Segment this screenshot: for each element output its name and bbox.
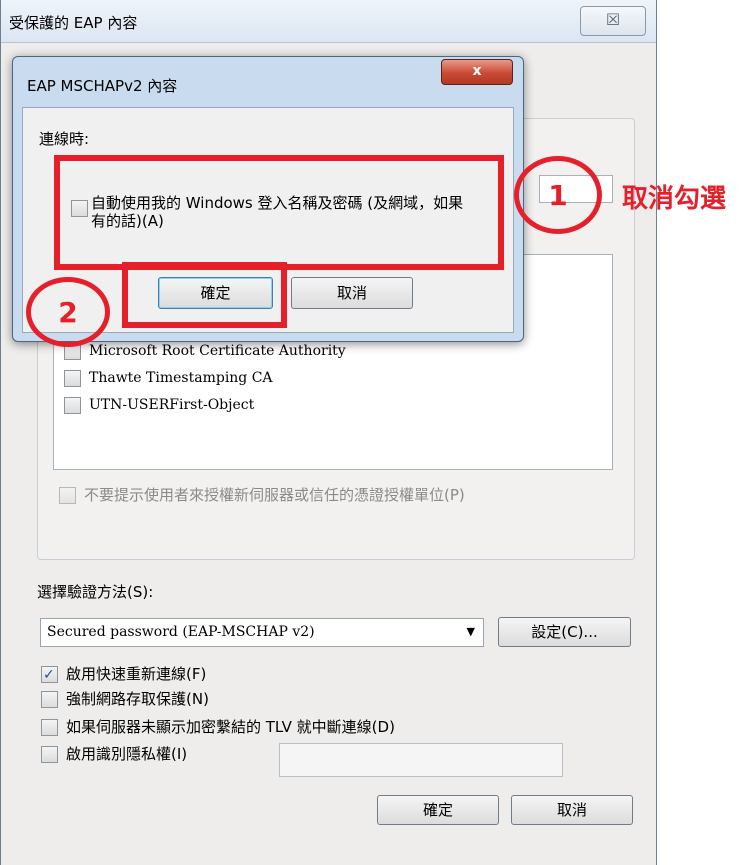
nap-option[interactable]: 強制網路存取保護(N): [41, 688, 209, 710]
tlv-disconnect-option[interactable]: 如果伺服器未顯示加密繫結的 TLV 就中斷連線(D): [41, 716, 395, 738]
auth-method-select[interactable]: Secured password (EAP-MSCHAP v2) ▼: [40, 618, 484, 647]
fast-reconnect-option[interactable]: 啟用快速重新連線(F): [41, 663, 207, 686]
step2-marker: 2: [26, 277, 110, 347]
tlv-checkbox[interactable]: [41, 719, 58, 736]
outer-title-bar: 受保護的 EAP 內容 ☒: [1, 0, 656, 43]
identity-privacy-option[interactable]: 啟用識別隱私權(I): [41, 743, 187, 765]
nap-checkbox[interactable]: [41, 691, 58, 708]
step1-highlight-box: [54, 155, 504, 270]
cert-label: Microsoft Root Certificate Authority: [89, 343, 346, 359]
when-connecting-label: 連線時:: [39, 130, 90, 148]
auth-method-label: 選擇驗證方法(S):: [37, 583, 154, 601]
cert-checkbox[interactable]: [64, 369, 81, 387]
identity-privacy-checkbox[interactable]: [41, 746, 58, 763]
fast-reconnect-checkbox[interactable]: [41, 664, 58, 686]
cert-checkbox[interactable]: [64, 396, 81, 414]
step1-marker: 1: [514, 156, 602, 234]
dont-prompt-option[interactable]: 不要提示使用者來授權新伺服器或信任的憑證授權單位(P): [59, 484, 465, 505]
outer-close-button[interactable]: ☒: [580, 6, 646, 36]
configure-button[interactable]: 設定(C)...: [498, 617, 631, 647]
outer-dialog-title: 受保護的 EAP 內容: [9, 14, 138, 32]
option-label: 啟用快速重新連線(F): [66, 665, 207, 683]
auth-method-value: Secured password (EAP-MSCHAP v2): [47, 624, 315, 640]
option-label: 如果伺服器未顯示加密繫結的 TLV 就中斷連線(D): [66, 718, 395, 736]
step2-highlight-box: [122, 262, 287, 328]
inner-cancel-button[interactable]: 取消: [291, 277, 413, 309]
outer-ok-button[interactable]: 確定: [377, 795, 499, 825]
dropdown-arrow-icon[interactable]: ▼: [467, 619, 475, 645]
cert-label: Thawte Timestamping CA: [89, 370, 273, 386]
cert-label: UTN-USERFirst-Object: [89, 397, 255, 413]
cert-row[interactable]: UTN-USERFirst-Object: [64, 395, 254, 415]
cert-row[interactable]: Microsoft Root Certificate Authority: [64, 341, 346, 361]
inner-close-button[interactable]: x: [441, 59, 513, 85]
uncheck-annotation-text: 取消勾選: [622, 184, 727, 214]
identity-privacy-field[interactable]: [279, 743, 563, 777]
dont-prompt-label: 不要提示使用者來授權新伺服器或信任的憑證授權單位(P): [84, 486, 465, 504]
option-label: 強制網路存取保護(N): [66, 690, 209, 708]
inner-dialog-title: EAP MSCHAPv2 內容: [27, 77, 178, 95]
dont-prompt-checkbox[interactable]: [59, 487, 76, 504]
option-label: 啟用識別隱私權(I): [66, 745, 188, 763]
cert-row[interactable]: Thawte Timestamping CA: [64, 368, 273, 388]
outer-cancel-button[interactable]: 取消: [511, 795, 633, 825]
